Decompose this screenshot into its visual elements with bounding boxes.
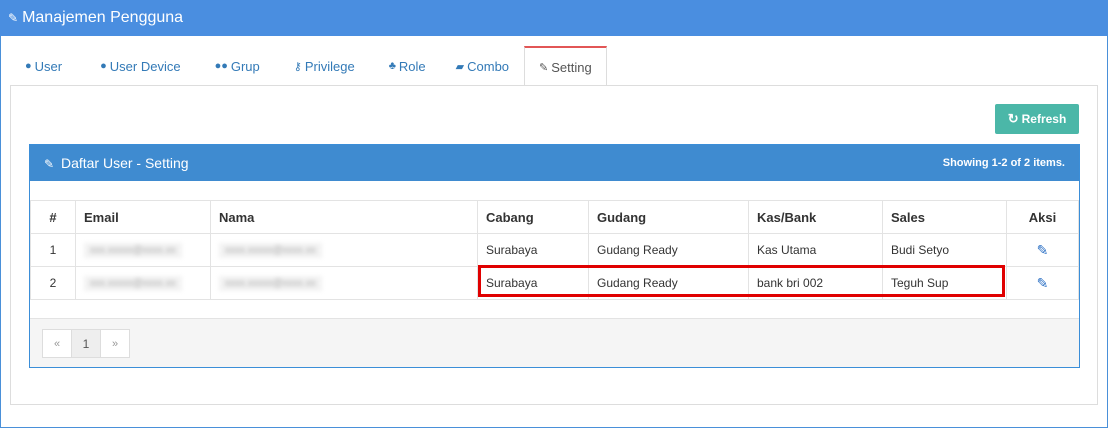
row-sales: Budi Setyo	[882, 233, 1007, 267]
row-number: 1	[30, 233, 76, 267]
redacted-name: xxxx.xxxxx@xxxx.xx	[219, 276, 322, 291]
user-table: # Email Nama Cabang Gudang Kas/Bank Sale…	[30, 200, 1079, 300]
tab-label: Combo	[467, 58, 510, 74]
panel-header: ✎ Daftar User - Setting Showing 1-2 of 2…	[30, 145, 1079, 181]
panel-title: ✎ Daftar User - Setting	[44, 155, 189, 171]
user-icon: ●	[25, 60, 32, 72]
row-nama: xxxx.xxxxx@xxxx.xx	[210, 266, 478, 300]
row-nama: xxxx.xxxxx@xxxx.xx	[210, 233, 478, 267]
tab-label: Setting	[551, 60, 592, 75]
col-aksi: Aksi	[1006, 200, 1079, 234]
col-email: Email	[75, 200, 211, 234]
pagination-prev[interactable]: «	[42, 329, 72, 358]
tab-combo[interactable]: ▰ Combo	[441, 46, 524, 85]
table-row: 1 xxx.xxxxx@xxxx.xx xxxx.xxxxx@xxxx.xx S…	[30, 233, 1079, 267]
tab-user-device[interactable]: ● User Device	[77, 46, 195, 85]
pencil-icon: ✎	[8, 11, 19, 25]
row-kas-bank: Kas Utama	[748, 233, 883, 267]
users-icon: ●●	[214, 60, 228, 72]
row-email: xxx.xxxxx@xxxx.xx	[75, 266, 211, 300]
col-number: #	[30, 200, 76, 234]
user-setting-panel: ✎ Daftar User - Setting Showing 1-2 of 2…	[29, 144, 1080, 368]
col-gudang[interactable]: Gudang	[588, 200, 749, 234]
panel-summary: Showing 1-2 of 2 items.	[942, 157, 1065, 169]
row-number: 2	[30, 266, 76, 300]
pagination-page[interactable]: 1	[71, 329, 101, 358]
pagination-next[interactable]: »	[100, 329, 130, 358]
table-row: 2 xxx.xxxxx@xxxx.xx xxxx.xxxxx@xxxx.xx S…	[30, 266, 1079, 300]
tab-bar: ● User ● User Device ●● Grup ⚷ Privilege…	[10, 46, 607, 87]
key-icon: ⚷	[293, 60, 302, 73]
pagination: « 1 »	[42, 329, 130, 358]
tab-role[interactable]: ♣ Role	[370, 46, 441, 85]
col-kas-bank[interactable]: Kas/Bank	[748, 200, 883, 234]
row-cabang: Surabaya	[477, 233, 589, 267]
row-gudang: Gudang Ready	[588, 233, 749, 267]
tab-label: Role	[398, 58, 426, 74]
user-icon: ●	[100, 60, 107, 72]
page-title: Manajemen Pengguna	[22, 9, 184, 26]
tab-label: User Device	[109, 58, 181, 74]
tab-setting[interactable]: ✎ Setting	[524, 46, 607, 87]
col-sales[interactable]: Sales	[882, 200, 1007, 234]
row-gudang: Gudang Ready	[588, 266, 749, 300]
redacted-email: xxx.xxxxx@xxxx.xx	[84, 243, 182, 258]
row-actions: ✎	[1006, 233, 1079, 267]
tab-label: Grup	[230, 58, 260, 74]
redacted-email: xxx.xxxxx@xxxx.xx	[84, 276, 182, 291]
edit-icon: ✎	[44, 157, 55, 171]
page-header: ✎ Manajemen Pengguna	[0, 0, 1108, 36]
tab-privilege[interactable]: ⚷ Privilege	[275, 46, 370, 85]
refresh-icon: ↻	[1007, 111, 1019, 126]
book-icon: ▰	[455, 60, 465, 73]
tab-user[interactable]: ● User	[10, 46, 77, 85]
redacted-name: xxxx.xxxxx@xxxx.xx	[219, 243, 322, 258]
row-email: xxx.xxxxx@xxxx.xx	[75, 233, 211, 267]
edit-pencil-icon[interactable]: ✎	[1037, 242, 1049, 259]
row-actions: ✎	[1006, 266, 1079, 300]
panel-title-text: Daftar User - Setting	[60, 155, 189, 171]
panel-footer: « 1 »	[30, 318, 1079, 367]
col-cabang[interactable]: Cabang	[477, 200, 589, 234]
tab-label: User	[34, 58, 63, 74]
edit-pencil-icon[interactable]: ✎	[1037, 275, 1049, 292]
refresh-button[interactable]: ↻ Refresh	[995, 104, 1079, 134]
tab-grup[interactable]: ●● Grup	[196, 46, 275, 85]
row-sales: Teguh Sup	[882, 266, 1007, 300]
row-kas-bank: bank bri 002	[748, 266, 883, 300]
tab-label: Privilege	[304, 58, 355, 74]
col-nama[interactable]: Nama	[210, 200, 478, 234]
user-shield-icon: ♣	[388, 60, 396, 72]
row-cabang: Surabaya	[477, 266, 589, 300]
edit-icon: ✎	[539, 62, 549, 74]
table-header-row: # Email Nama Cabang Gudang Kas/Bank Sale…	[30, 200, 1079, 234]
refresh-label: Refresh	[1021, 112, 1067, 126]
